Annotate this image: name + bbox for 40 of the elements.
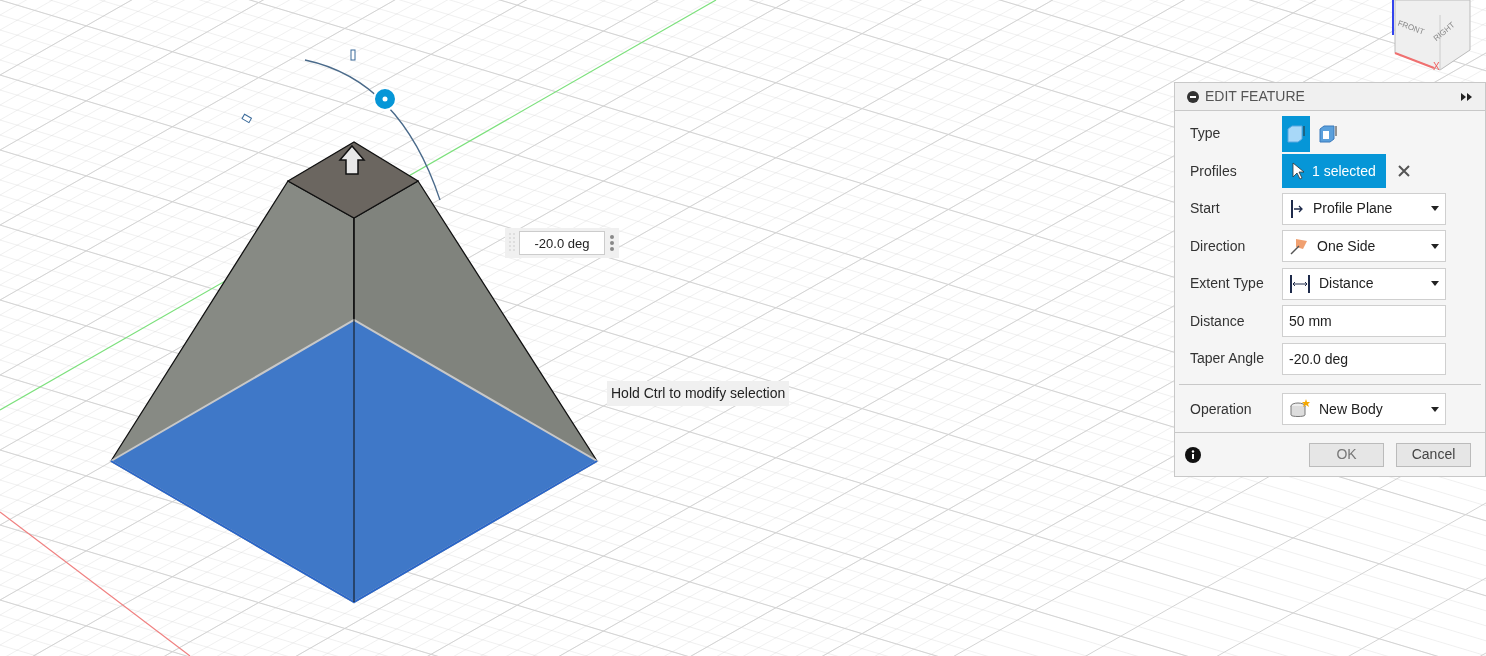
field-label: Profiles xyxy=(1190,161,1238,181)
clear-icon[interactable] xyxy=(1397,165,1410,178)
panel-title: EDIT FEATURE xyxy=(1205,87,1306,106)
ok-button[interactable]: OK xyxy=(1309,442,1384,467)
tooltip: Hold Ctrl to modify selection xyxy=(607,381,790,406)
axis-label: X xyxy=(1433,62,1440,72)
dropdown-select[interactable]: Distance xyxy=(1282,267,1446,300)
up-arrow-icon[interactable] xyxy=(338,144,366,175)
collapse-icon[interactable] xyxy=(1187,90,1199,103)
caret-icon xyxy=(1431,243,1439,249)
cancel-button[interactable]: Cancel xyxy=(1396,442,1471,467)
angle-handle-icon[interactable] xyxy=(373,87,397,111)
distance-icon xyxy=(1289,273,1311,294)
more-options-icon[interactable] xyxy=(609,234,615,252)
solid-extrude-button[interactable] xyxy=(1282,115,1310,152)
info-icon[interactable] xyxy=(1185,446,1201,463)
input-field[interactable]: 50 mm xyxy=(1282,305,1446,338)
tick-marker xyxy=(241,113,252,124)
field-label: Operation xyxy=(1190,399,1253,419)
dropdown-select[interactable]: New Body xyxy=(1282,393,1446,426)
field-label: Taper Angle xyxy=(1190,349,1265,369)
input-field[interactable]: -20.0 deg xyxy=(1282,342,1446,375)
solid-box-icon xyxy=(1285,122,1307,145)
field-label: Extent Type xyxy=(1190,274,1265,294)
field-label: Direction xyxy=(1190,236,1247,256)
one-side-icon xyxy=(1289,236,1309,257)
caret-icon xyxy=(1431,406,1439,412)
angle-input-field[interactable]: -20.0 deg xyxy=(519,231,605,255)
expand-icon[interactable] xyxy=(1461,92,1473,101)
dropdown-select[interactable]: One Side xyxy=(1282,230,1446,263)
thin-box-icon xyxy=(1317,122,1339,145)
dropdown-select[interactable]: Profile Plane xyxy=(1282,192,1446,225)
plane-start-icon xyxy=(1289,198,1305,219)
cursor-arrow-icon xyxy=(1292,162,1304,181)
caret-icon xyxy=(1431,206,1439,212)
tick-marker xyxy=(350,49,356,61)
field-label: Type xyxy=(1190,124,1222,144)
caret-icon xyxy=(1431,281,1439,287)
field-label: Start xyxy=(1190,199,1221,219)
field-label: Distance xyxy=(1190,311,1246,331)
